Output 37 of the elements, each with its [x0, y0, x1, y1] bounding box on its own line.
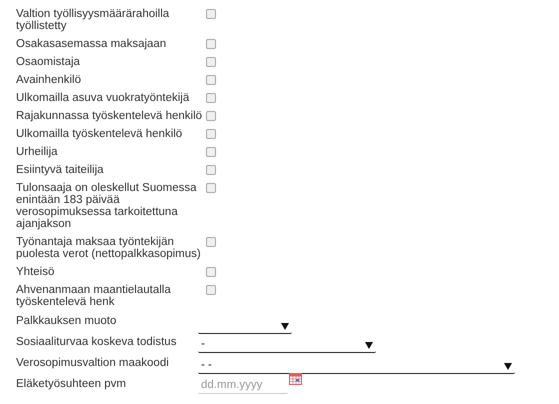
field-label: Palkkauksen muoto [16, 314, 118, 328]
checkbox[interactable] [206, 75, 216, 85]
checkbox[interactable] [206, 39, 216, 49]
checkbox-label: Ulkomailla asuva vuokratyöntekijä [16, 92, 190, 104]
checkbox-label: Osaomistaja [16, 56, 81, 68]
checkbox[interactable] [206, 111, 216, 121]
checkbox[interactable] [206, 285, 216, 295]
checkbox-label: Ahvenanmaan maantielautalla työskentelevä henk [16, 284, 172, 308]
field-label: Verosopimusvaltion maakoodi [16, 356, 170, 370]
checkbox[interactable] [206, 183, 216, 193]
caret-icon [365, 342, 373, 348]
checkbox[interactable] [206, 237, 216, 247]
calendar-icon[interactable] [289, 373, 302, 385]
field-label: Sosiaaliturvaa koskeva todistus [16, 335, 178, 349]
dropdown[interactable]: - [198, 338, 376, 353]
checkbox-label: Avainhenkilö [16, 74, 82, 86]
checkbox-label: Tulonsaaja on oleskellut Suomessa enintään 183 päivää verosopimuksessa tarkoitettuna ajanjakson [16, 182, 198, 230]
checkbox[interactable] [206, 93, 216, 103]
checkbox-label: Valtion työllisyysmäärärahoilla työllistetty [16, 8, 170, 32]
checkbox[interactable] [206, 9, 216, 19]
checkbox[interactable] [206, 147, 216, 157]
checkbox-label: Rajakunnassa työskentelevä henkilö [16, 110, 204, 122]
field-label: Eläketyösuhteen pvm [16, 377, 127, 391]
checkbox-label: Urheilija [16, 146, 59, 158]
checkbox[interactable] [206, 129, 216, 139]
caret-icon [504, 362, 512, 370]
caret-icon [281, 322, 289, 330]
checkbox[interactable] [206, 165, 216, 175]
checkbox-label: Ulkomailla työskentelevä henkilö [16, 128, 184, 140]
dropdown[interactable]: - - [198, 359, 515, 374]
checkbox[interactable] [206, 267, 216, 277]
date-field[interactable]: dd.mm.yyyy [198, 376, 288, 394]
checkbox-label: Esiintyvä taiteilija [16, 164, 105, 176]
checkbox-label: Osakasasemassa maksajaan [16, 38, 168, 50]
checkbox-label: Työnantaja maksaa työntekijän puolesta verot (nettopalkkasopimus) [16, 236, 202, 260]
checkbox-label: Yhteisö [16, 266, 56, 278]
checkbox[interactable] [206, 57, 216, 67]
